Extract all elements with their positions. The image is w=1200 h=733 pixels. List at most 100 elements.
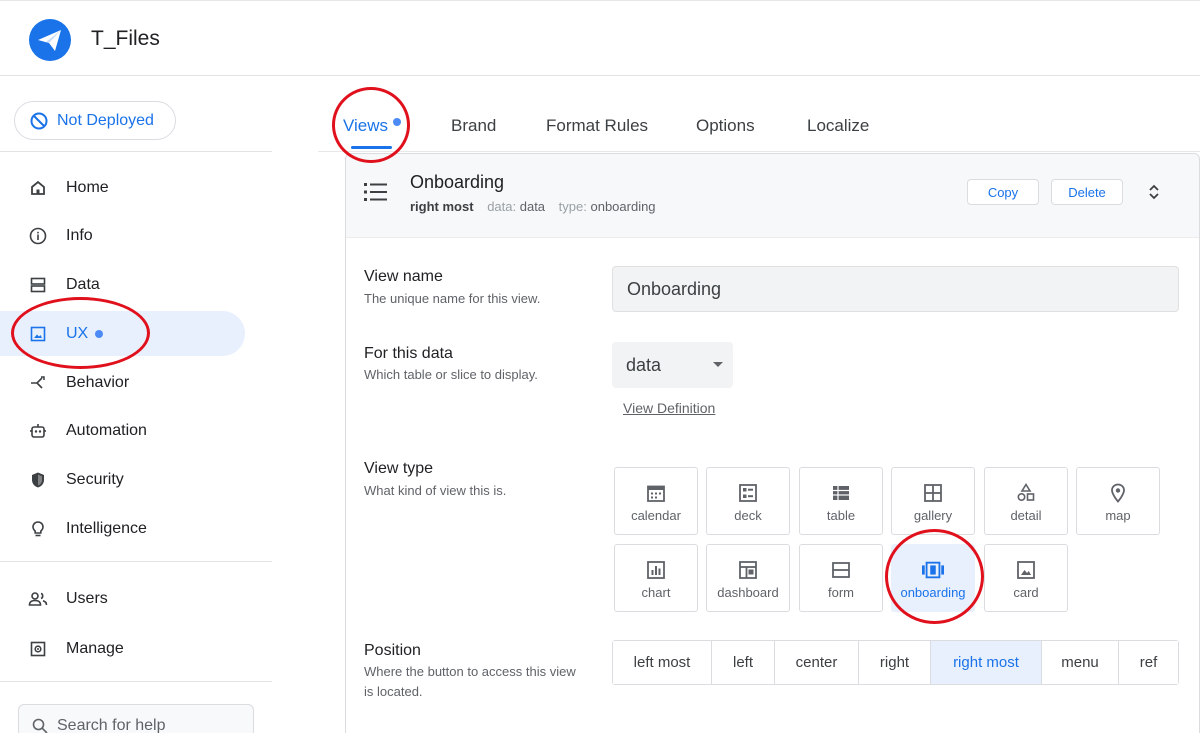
view-type-deck[interactable]: deck — [706, 467, 790, 535]
view-type-dashboard[interactable]: dashboard — [706, 544, 790, 612]
sidebar-divider — [0, 561, 272, 562]
sidebar-item-label: Manage — [66, 639, 124, 657]
table-icon — [830, 482, 852, 504]
sidebar-item-intelligence[interactable]: Intelligence — [0, 506, 245, 551]
tab-views-changed-dot — [393, 118, 401, 126]
view-type-form[interactable]: form — [799, 544, 883, 612]
tab-views[interactable]: Views — [343, 116, 388, 136]
paper-plane-logo-icon — [29, 19, 71, 61]
shapes-icon — [1015, 482, 1037, 504]
tab-label: Brand — [451, 116, 497, 135]
view-definition-link[interactable]: View Definition — [623, 400, 715, 416]
view-type-label-text: onboarding — [900, 585, 966, 600]
data-source-select[interactable]: data — [612, 342, 733, 388]
deploy-status-button[interactable]: Not Deployed — [14, 101, 176, 140]
sidebar-item-behavior[interactable]: Behavior — [0, 360, 245, 405]
position-right-most[interactable]: right most — [931, 641, 1042, 684]
view-type-label-text: table — [826, 508, 856, 523]
position-segmented-control: left most left center right right most m… — [612, 640, 1179, 685]
position-label: Position — [364, 642, 421, 659]
tab-format-rules[interactable]: Format Rules — [546, 116, 648, 136]
position-ref[interactable]: ref — [1119, 641, 1178, 684]
view-header[interactable]: Onboarding right most data: data type: o… — [346, 154, 1199, 238]
data-storage-icon — [28, 275, 48, 295]
home-icon — [28, 178, 48, 198]
position-left-most[interactable]: left most — [613, 641, 712, 684]
calendar-icon — [645, 482, 667, 504]
view-name-input[interactable]: Onboarding — [612, 266, 1179, 312]
position-right[interactable]: right — [859, 641, 931, 684]
card-image-icon — [1015, 559, 1037, 581]
chart-icon — [645, 559, 667, 581]
view-type-label-text: card — [1013, 585, 1039, 600]
expand-collapse-icon[interactable] — [1148, 184, 1160, 200]
unsaved-changes-dot — [95, 329, 104, 338]
type-value: onboarding — [590, 199, 656, 214]
view-type-label-text: map — [1105, 508, 1131, 523]
sidebar-item-security[interactable]: Security — [0, 457, 245, 502]
sidebar-item-label: Home — [66, 178, 109, 196]
sidebar-item-manage[interactable]: Manage — [0, 626, 245, 671]
manage-gear-icon — [28, 639, 48, 659]
copy-button[interactable]: Copy — [967, 179, 1039, 205]
data-source-value: data — [626, 354, 662, 375]
deck-icon — [737, 482, 759, 504]
position-help: Where the button to access this view is … — [364, 664, 576, 699]
sidebar-item-info[interactable]: Info — [0, 213, 245, 258]
search-icon — [32, 718, 48, 733]
view-type-onboarding[interactable]: onboarding — [891, 544, 975, 612]
sidebar-item-label: Info — [66, 226, 93, 244]
shield-icon — [28, 470, 48, 490]
active-tab-indicator — [351, 146, 392, 149]
view-type-label-text: gallery — [913, 508, 953, 523]
sidebar-item-users[interactable]: Users — [0, 576, 245, 621]
view-type-help: What kind of view this is. — [364, 483, 507, 498]
tab-label: Format Rules — [546, 116, 649, 135]
view-title: Onboarding — [410, 172, 505, 192]
onboarding-carousel-icon — [922, 559, 944, 581]
dashboard-icon — [737, 559, 759, 581]
sidebar-item-ux[interactable]: UX — [0, 311, 245, 356]
view-name-label: View name — [364, 268, 443, 285]
form-icon — [830, 559, 852, 581]
type-key: type: — [558, 199, 587, 214]
view-type-calendar[interactable]: calendar — [614, 467, 698, 535]
tab-label: Views — [343, 116, 389, 135]
sidebar-item-automation[interactable]: Automation — [0, 408, 245, 453]
sidebar-item-label: Users — [66, 589, 108, 607]
view-type-chart[interactable]: chart — [614, 544, 698, 612]
tab-brand[interactable]: Brand — [451, 116, 496, 136]
data-source-label: For this data — [364, 345, 453, 362]
view-type-table[interactable]: table — [799, 467, 883, 535]
image-icon — [28, 324, 48, 344]
position-left[interactable]: left — [712, 641, 775, 684]
sidebar-item-data[interactable]: Data — [0, 262, 245, 307]
app-header: T_Files — [0, 0, 1200, 76]
tab-localize[interactable]: Localize — [807, 116, 869, 136]
tab-label: Localize — [807, 116, 870, 135]
view-type-label-text: dashboard — [717, 585, 779, 600]
view-type-label-text: calendar — [631, 508, 681, 523]
chevron-down-icon — [713, 362, 723, 367]
view-type-label: View type — [364, 460, 434, 477]
users-icon — [28, 589, 48, 609]
sidebar-item-label: Data — [66, 275, 100, 293]
data-value: data — [519, 199, 546, 214]
sidebar-divider — [0, 681, 272, 682]
tab-options[interactable]: Options — [696, 116, 755, 136]
view-type-card[interactable]: card — [984, 544, 1068, 612]
tab-label: Options — [696, 116, 755, 135]
sidebar-divider — [0, 151, 272, 152]
data-key: data: — [487, 199, 517, 214]
info-icon — [28, 226, 48, 246]
view-meta: right most data: data type: onboarding — [410, 199, 656, 214]
position-menu[interactable]: menu — [1042, 641, 1119, 684]
sidebar-item-home[interactable]: Home — [0, 165, 245, 210]
data-source-help: Which table or slice to display. — [364, 367, 538, 382]
position-center[interactable]: center — [775, 641, 859, 684]
delete-button[interactable]: Delete — [1051, 179, 1123, 205]
view-type-detail[interactable]: detail — [984, 467, 1068, 535]
search-help-input[interactable]: Search for help — [18, 704, 254, 733]
view-type-map[interactable]: map — [1076, 467, 1160, 535]
view-type-gallery[interactable]: gallery — [891, 467, 975, 535]
